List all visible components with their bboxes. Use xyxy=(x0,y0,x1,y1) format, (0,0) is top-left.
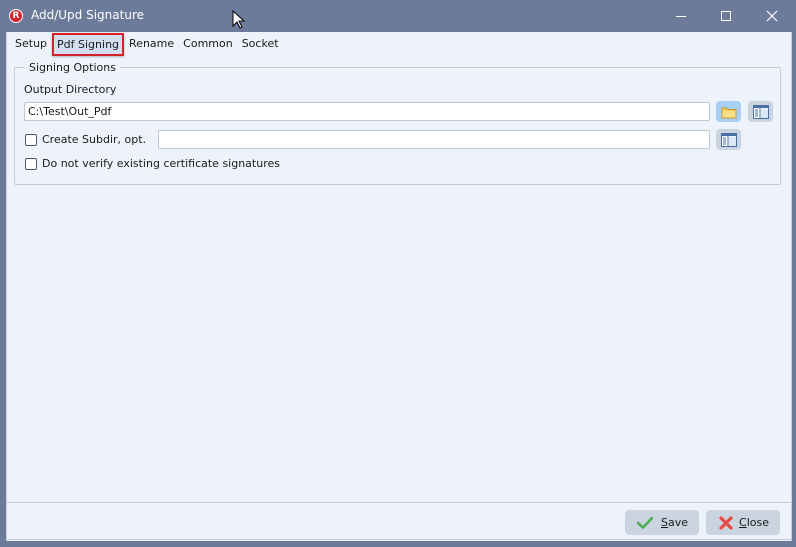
output-directory-label: Output Directory xyxy=(24,83,117,96)
maximize-icon xyxy=(721,11,731,21)
create-subdir-checkbox[interactable] xyxy=(25,134,37,146)
tab-rename[interactable]: Rename xyxy=(125,34,178,54)
close-icon xyxy=(766,10,778,22)
output-directory-input[interactable]: C:\Test\Out_Pdf xyxy=(24,102,710,121)
create-subdir-label: Create Subdir, opt. xyxy=(42,133,147,146)
no-verify-label: Do not verify existing certificate signa… xyxy=(42,157,280,170)
save-button[interactable]: Save xyxy=(625,510,699,535)
folder-icon xyxy=(721,107,736,118)
minimize-icon xyxy=(676,16,686,17)
signing-options-group: Signing Options Output Directory C:\Test… xyxy=(14,61,781,185)
maximize-button[interactable] xyxy=(703,0,749,32)
create-subdir-macro-button[interactable] xyxy=(716,129,741,150)
tab-setup[interactable]: Setup xyxy=(11,34,51,54)
signing-options-legend: Signing Options xyxy=(25,61,120,74)
panel-list-icon xyxy=(752,104,769,119)
close-button[interactable]: Close xyxy=(706,510,780,535)
footer-divider xyxy=(7,502,791,503)
tab-pdf-signing[interactable]: Pdf Signing xyxy=(52,32,125,56)
app-logo-icon: R xyxy=(9,9,23,23)
minimize-button[interactable] xyxy=(658,0,704,32)
close-label: Close xyxy=(739,516,769,529)
no-verify-checkbox[interactable] xyxy=(25,158,37,170)
mouse-cursor-icon xyxy=(232,10,246,29)
create-subdir-input[interactable] xyxy=(158,130,710,149)
output-directory-macro-button[interactable] xyxy=(748,101,773,122)
window-title: Add/Upd Signature xyxy=(31,8,144,22)
save-label: Save xyxy=(661,516,689,529)
red-x-icon xyxy=(719,515,733,530)
tab-socket[interactable]: Socket xyxy=(238,34,283,54)
tab-common[interactable]: Common xyxy=(179,34,237,54)
close-window-button[interactable] xyxy=(749,0,795,32)
browse-folder-button[interactable] xyxy=(716,101,741,122)
title-bar: R Add/Upd Signature xyxy=(0,0,796,32)
panel-list-icon xyxy=(720,132,737,147)
checkmark-icon xyxy=(637,516,653,529)
footer-bottom-border xyxy=(7,539,791,540)
dialog-body: Setup Pdf Signing Rename Common Socket S… xyxy=(6,32,792,541)
tab-bar: Setup Pdf Signing Rename Common Socket xyxy=(11,32,284,56)
